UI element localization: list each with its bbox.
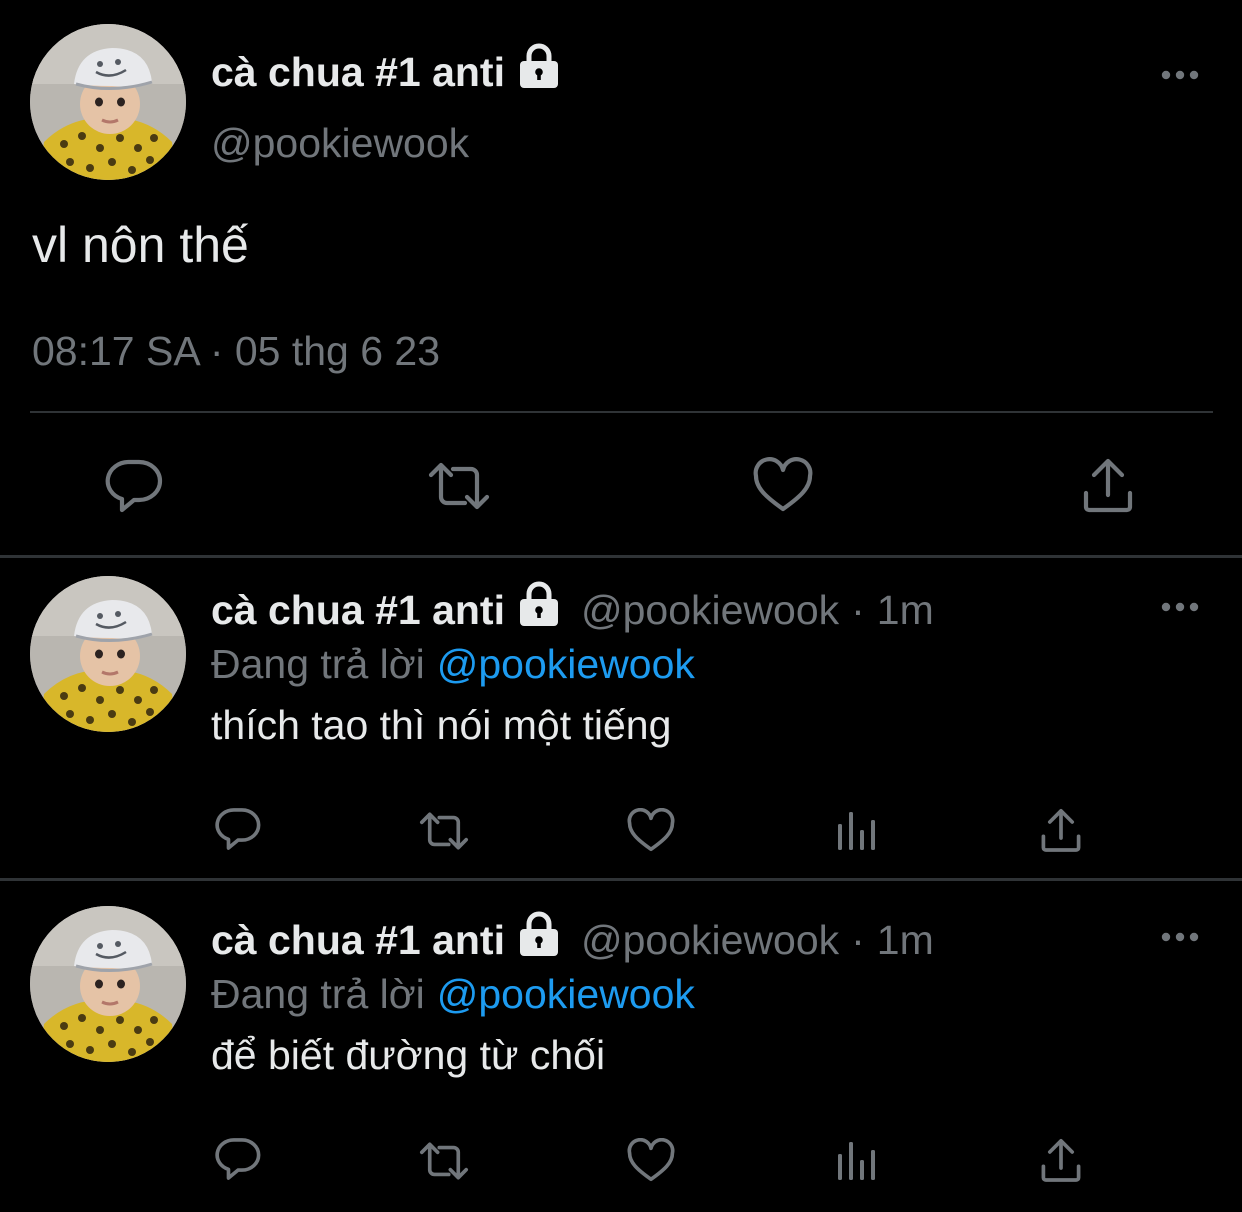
tweet-text: để biết đường từ chối (211, 1032, 606, 1078)
author-handle[interactable]: @pookiewook (211, 117, 469, 169)
analytics-icon[interactable] (836, 810, 878, 857)
reply-icon[interactable] (104, 457, 164, 520)
more-icon[interactable] (1160, 68, 1200, 80)
reply-header: cà chua #1 anti @pookiewook · 1m (211, 580, 934, 640)
divider (0, 878, 1242, 881)
replying-to: Đang trả lời @pookiewook (211, 968, 695, 1020)
retweet-icon[interactable] (416, 808, 472, 859)
mention-link[interactable]: @pookiewook (437, 641, 695, 687)
avatar[interactable] (30, 906, 186, 1062)
author-handle[interactable]: @pookiewook (581, 584, 839, 636)
share-icon[interactable] (1080, 455, 1136, 520)
share-icon[interactable] (1038, 1136, 1084, 1189)
share-icon[interactable] (1038, 806, 1084, 859)
like-icon[interactable] (626, 807, 676, 859)
replying-to: Đang trả lời @pookiewook (211, 638, 695, 690)
tweet-timestamp[interactable]: 08:17 SA · 05 thg 6 23 (32, 325, 440, 377)
separator-dot: · (851, 917, 865, 963)
mention-link[interactable]: @pookiewook (437, 971, 695, 1017)
avatar[interactable] (30, 576, 186, 732)
retweet-icon[interactable] (425, 457, 493, 520)
replying-to-label: Đang trả lời (211, 641, 425, 687)
tweet-time[interactable]: 1m (877, 584, 934, 636)
reply-header: cà chua #1 anti @pookiewook · 1m (211, 910, 934, 970)
analytics-icon[interactable] (836, 1140, 878, 1187)
lock-icon (515, 42, 563, 102)
author-name[interactable]: cà chua #1 anti (211, 42, 563, 102)
lock-icon (515, 580, 563, 640)
tweet-time[interactable]: 1m (877, 914, 934, 966)
more-icon[interactable] (1160, 930, 1200, 942)
tweet-text: thích tao thì nói một tiếng (211, 702, 672, 748)
retweet-icon[interactable] (416, 1138, 472, 1189)
lock-icon (515, 910, 563, 970)
avatar[interactable] (30, 24, 186, 180)
tweet-thread: cà chua #1 anti @pookiewook vl nôn thế 0… (0, 0, 1242, 1212)
reply-tweet[interactable]: cà chua #1 anti @pookiewook · 1m Đang tr… (0, 558, 1242, 878)
like-icon[interactable] (752, 457, 814, 520)
display-name[interactable]: cà chua #1 anti (211, 584, 505, 636)
display-name[interactable]: cà chua #1 anti (211, 46, 505, 98)
tweet-text: vl nôn thế (32, 217, 249, 273)
replying-to-label: Đang trả lời (211, 971, 425, 1017)
divider (30, 411, 1213, 413)
like-icon[interactable] (626, 1137, 676, 1189)
separator-dot: · (851, 587, 865, 633)
reply-tweet[interactable]: cà chua #1 anti @pookiewook · 1m Đang tr… (0, 888, 1242, 1212)
more-icon[interactable] (1160, 600, 1200, 612)
reply-icon[interactable] (214, 806, 262, 857)
display-name[interactable]: cà chua #1 anti (211, 914, 505, 966)
author-handle[interactable]: @pookiewook (581, 914, 839, 966)
reply-icon[interactable] (214, 1136, 262, 1187)
